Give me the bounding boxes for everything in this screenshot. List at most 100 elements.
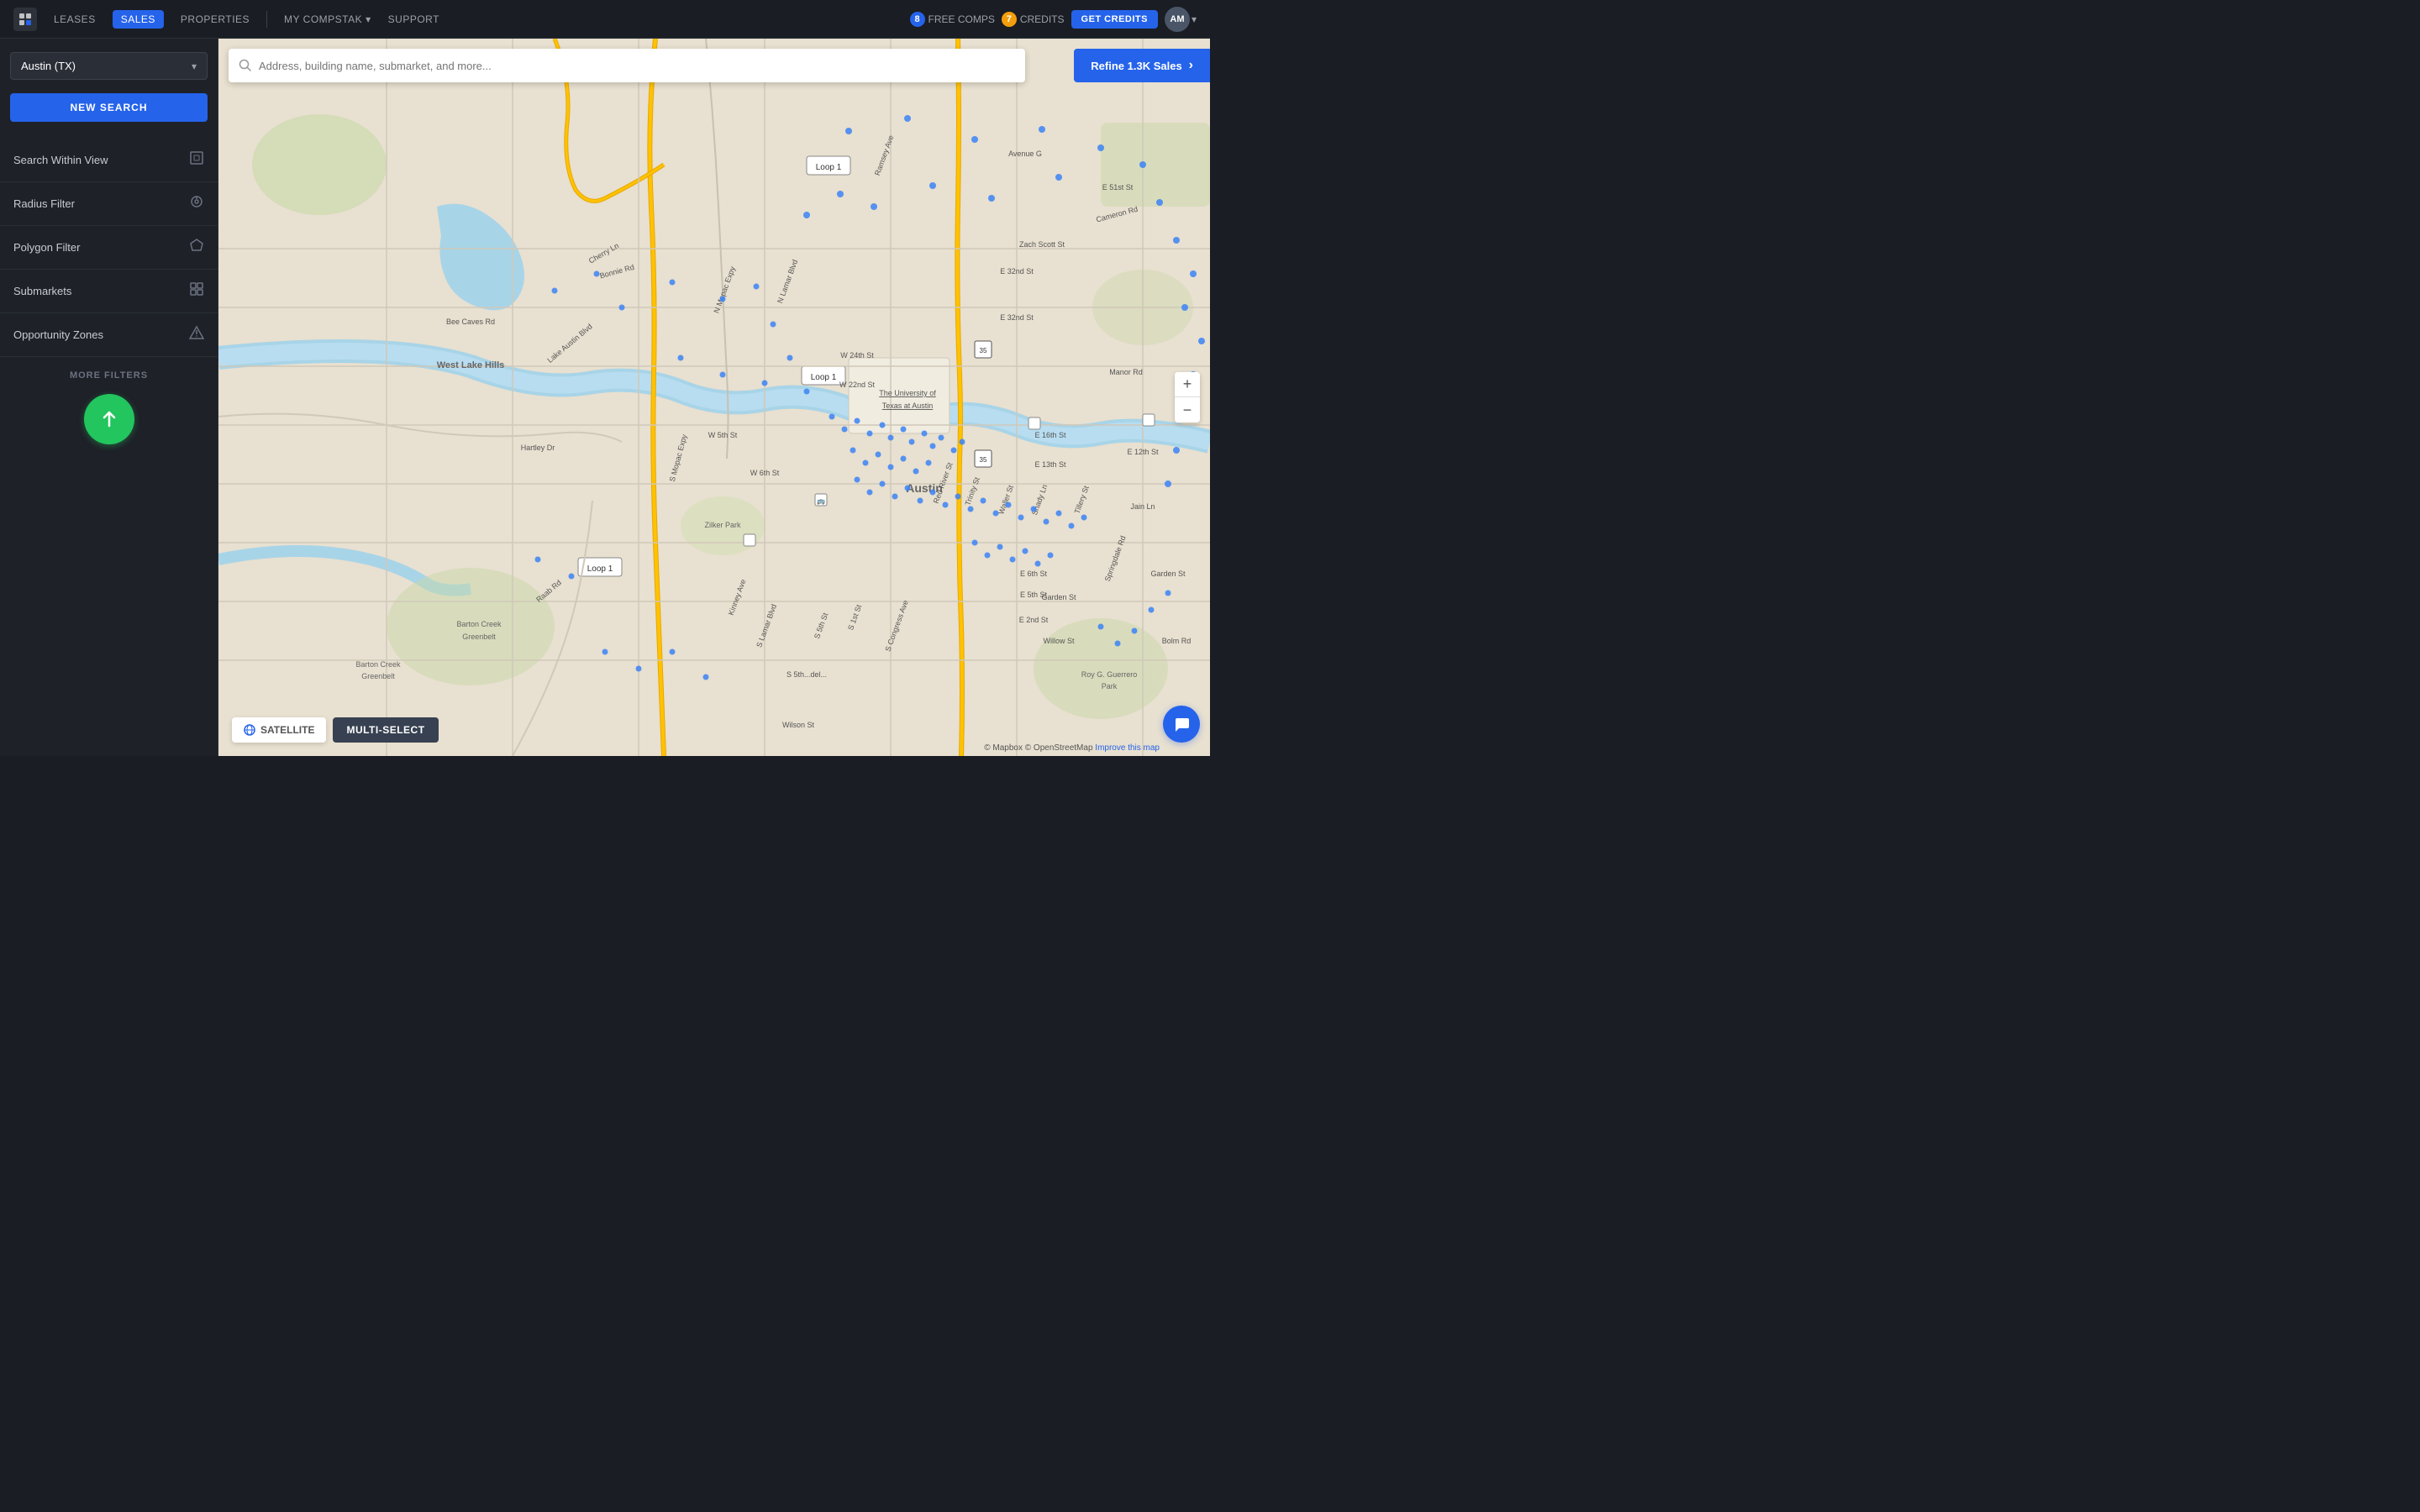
filter-label-submarkets: Submarkets	[13, 285, 71, 297]
credits[interactable]: 7 CREDITS	[1002, 12, 1065, 27]
nav-divider	[266, 11, 267, 28]
avatar: AM	[1165, 7, 1190, 32]
nav-right: 8 FREE COMPS 7 CREDITS GET CREDITS AM ▾	[910, 7, 1197, 32]
svg-text:Zach Scott St: Zach Scott St	[1019, 240, 1065, 249]
credits-badge: 7	[1002, 12, 1017, 27]
city-name: Austin (TX)	[21, 60, 76, 72]
chat-icon	[1172, 715, 1191, 733]
svg-text:Greenbelt: Greenbelt	[361, 672, 395, 680]
svg-text:E 13th St: E 13th St	[1034, 460, 1066, 469]
filter-submarkets[interactable]: Submarkets	[0, 270, 218, 313]
search-within-view-icon	[189, 150, 204, 170]
get-credits-button[interactable]: GET CREDITS	[1071, 10, 1158, 29]
improve-map-link[interactable]: Improve this map	[1095, 743, 1160, 753]
svg-text:Barton Creek: Barton Creek	[456, 620, 502, 628]
more-filters-button[interactable]	[84, 394, 134, 444]
svg-text:Zilker Park: Zilker Park	[704, 521, 741, 529]
svg-text:E 32nd St: E 32nd St	[1000, 313, 1034, 322]
svg-text:Garden St: Garden St	[1041, 593, 1076, 601]
nav-leases[interactable]: LEASES	[54, 10, 96, 29]
svg-text:Garden St: Garden St	[1150, 570, 1186, 578]
map-background: Loop 1 Loop 1 Loop 1 183 35 35	[218, 39, 1210, 756]
svg-text:35: 35	[980, 347, 987, 354]
svg-text:Manor Rd: Manor Rd	[1109, 368, 1143, 376]
globe-icon	[244, 724, 255, 736]
map-attribution: © Mapbox © OpenStreetMap Improve this ma…	[984, 743, 1160, 753]
svg-text:Loop 1: Loop 1	[816, 163, 842, 172]
svg-text:🚌: 🚌	[817, 497, 825, 505]
free-comps-label: FREE COMPS	[929, 13, 995, 25]
satellite-button[interactable]: SATELLITE	[232, 717, 326, 743]
filter-opportunity-zones[interactable]: Opportunity Zones	[0, 313, 218, 357]
svg-text:W 22nd St: W 22nd St	[839, 381, 876, 389]
filter-polygon[interactable]: Polygon Filter	[0, 226, 218, 270]
svg-text:E 32nd St: E 32nd St	[1000, 267, 1034, 276]
polygon-filter-icon	[189, 238, 204, 257]
zoom-controls: + −	[1175, 372, 1200, 423]
svg-text:E 16th St: E 16th St	[1034, 431, 1066, 439]
svg-text:E 2nd St: E 2nd St	[1019, 616, 1049, 624]
free-comps[interactable]: 8 FREE COMPS	[910, 12, 995, 27]
svg-text:E 12th St: E 12th St	[1127, 448, 1159, 456]
svg-text:Barton Creek: Barton Creek	[355, 660, 401, 669]
main-content: Austin (TX) ▾ NEW SEARCH Search Within V…	[0, 39, 1210, 756]
filter-search-within-view[interactable]: Search Within View	[0, 139, 218, 182]
filter-radius[interactable]: Radius Filter	[0, 182, 218, 226]
svg-text:Bee Caves Rd: Bee Caves Rd	[446, 318, 495, 326]
credits-label: CREDITS	[1020, 13, 1065, 25]
city-chevron: ▾	[192, 60, 197, 72]
svg-text:Bolm Rd: Bolm Rd	[1162, 637, 1192, 645]
refine-label: Refine 1.3K Sales	[1091, 60, 1181, 72]
search-icon	[239, 59, 252, 72]
svg-text:Hartley Dr: Hartley Dr	[521, 444, 555, 452]
filter-label-opportunity-zones: Opportunity Zones	[13, 328, 103, 341]
nav-properties[interactable]: PROPERTIES	[181, 10, 250, 29]
svg-text:Avenue G: Avenue G	[1008, 150, 1042, 158]
svg-text:Loop 1: Loop 1	[587, 564, 613, 574]
free-comps-badge: 8	[910, 12, 925, 27]
opportunity-zones-icon	[189, 325, 204, 344]
satellite-label: SATELLITE	[260, 724, 314, 736]
svg-text:W 24th St: W 24th St	[840, 351, 874, 360]
map-search-input[interactable]	[259, 60, 1015, 72]
svg-text:E 51st St: E 51st St	[1102, 183, 1134, 192]
refine-arrow-icon: ›	[1189, 58, 1193, 73]
svg-text:West Lake Hills: West Lake Hills	[437, 360, 505, 370]
nav-sales[interactable]: SALES	[113, 10, 164, 29]
svg-text:Loop 1: Loop 1	[811, 373, 837, 382]
map-area: Loop 1 Loop 1 Loop 1 183 35 35	[218, 39, 1210, 756]
svg-text:Jain Ln: Jain Ln	[1130, 502, 1155, 511]
svg-text:The University of: The University of	[879, 389, 936, 397]
filter-label-radius: Radius Filter	[13, 197, 75, 210]
svg-text:W 6th St: W 6th St	[750, 469, 780, 477]
nav-support[interactable]: SUPPORT	[388, 10, 439, 29]
svg-text:S 5th...del...: S 5th...del...	[786, 670, 827, 679]
new-search-button[interactable]: NEW SEARCH	[10, 93, 208, 122]
city-selector[interactable]: Austin (TX) ▾	[10, 52, 208, 80]
svg-text:Willow St: Willow St	[1043, 637, 1075, 645]
map-container[interactable]: Loop 1 Loop 1 Loop 1 183 35 35	[218, 39, 1210, 756]
logo[interactable]	[13, 8, 37, 31]
svg-text:Roy G. Guerrero: Roy G. Guerrero	[1081, 670, 1138, 679]
zoom-out-button[interactable]: −	[1175, 397, 1200, 423]
chat-button[interactable]	[1163, 706, 1200, 743]
zoom-in-button[interactable]: +	[1175, 372, 1200, 397]
svg-text:Park: Park	[1102, 682, 1118, 690]
svg-text:W 5th St: W 5th St	[708, 431, 738, 439]
top-navigation: LEASES SALES PROPERTIES MY COMPSTAK ▾ SU…	[0, 0, 1210, 39]
search-bar	[229, 49, 1025, 82]
sidebar: Austin (TX) ▾ NEW SEARCH Search Within V…	[0, 39, 218, 756]
svg-text:Wilson St: Wilson St	[782, 721, 815, 729]
nav-my-compstak[interactable]: MY COMPSTAK ▾	[284, 13, 371, 25]
svg-text:Texas at Austin: Texas at Austin	[882, 402, 934, 410]
user-menu[interactable]: AM ▾	[1165, 7, 1197, 32]
submarkets-icon	[189, 281, 204, 301]
filter-label-search-within-view: Search Within View	[13, 154, 108, 166]
refine-sales-button[interactable]: Refine 1.3K Sales ›	[1074, 49, 1210, 82]
radius-filter-icon	[189, 194, 204, 213]
more-filters-label: MORE FILTERS	[0, 357, 218, 387]
svg-text:35: 35	[980, 456, 987, 464]
multi-select-button[interactable]: MULTI-SELECT	[333, 717, 438, 743]
svg-text:E 6th St: E 6th St	[1020, 570, 1048, 578]
filter-label-polygon: Polygon Filter	[13, 241, 80, 254]
